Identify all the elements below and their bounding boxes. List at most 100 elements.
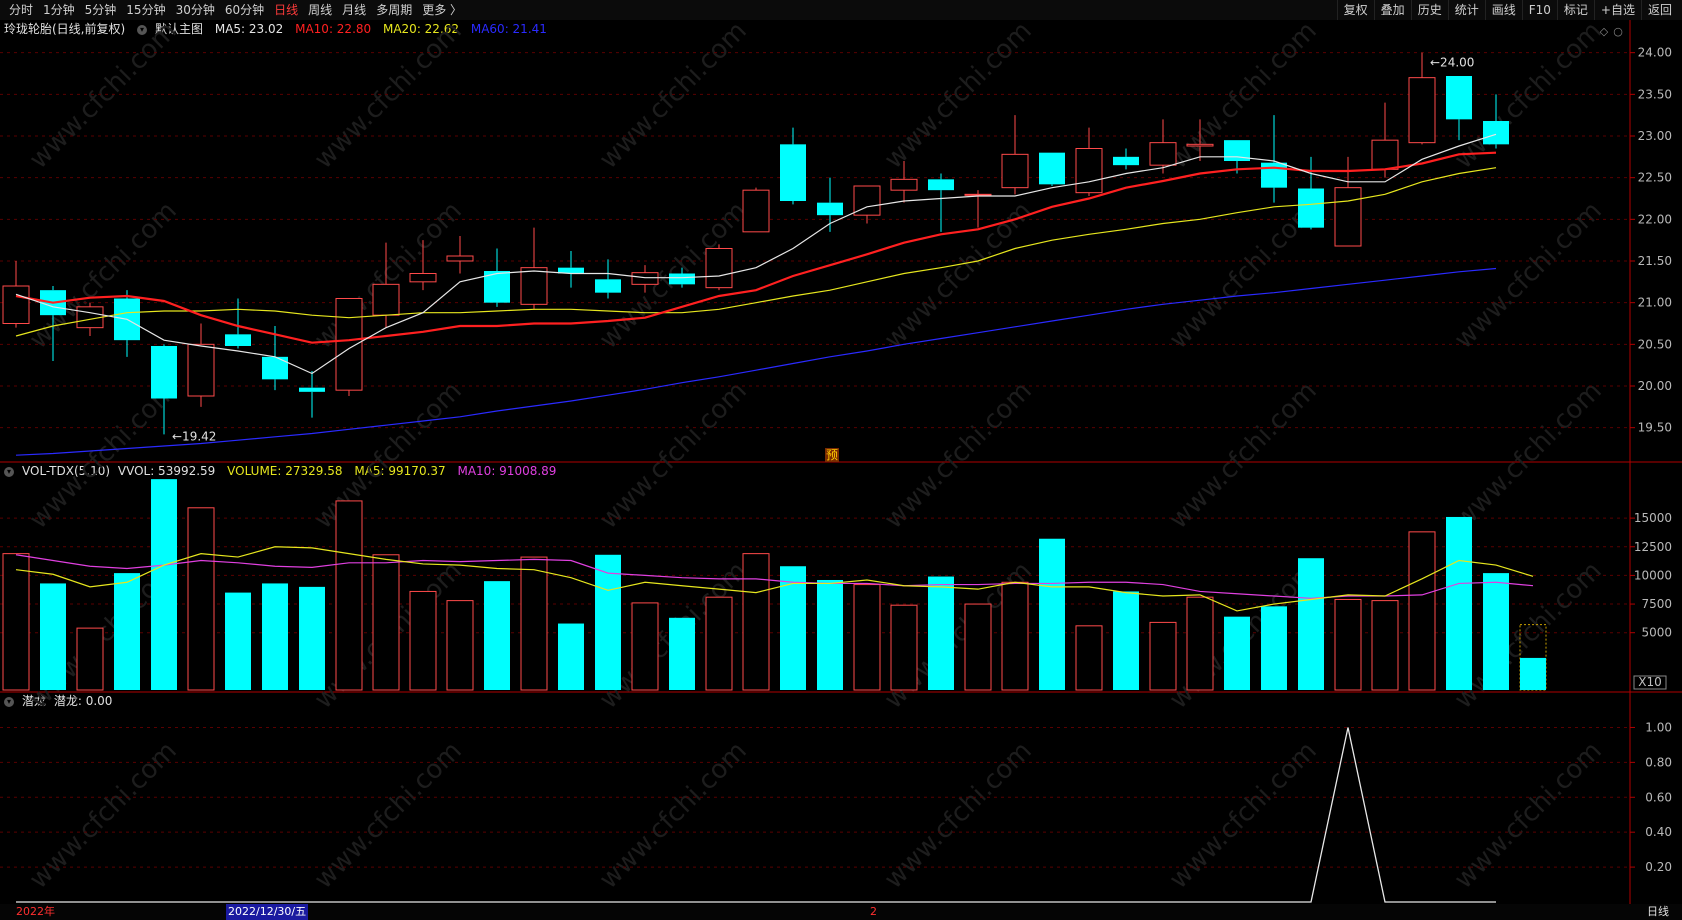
- volume-tick-label: 15000: [1634, 511, 1672, 525]
- candle-up: [1075, 148, 1103, 194]
- volume-bar-up: [853, 584, 881, 691]
- stock-chart[interactable]: www.cfchi.com www.cfchi.com www.cfchi.com w…: [0, 0, 1682, 904]
- candle-down: [299, 387, 325, 392]
- volume-bar-up: [187, 507, 215, 691]
- volume-bar-down: [669, 617, 695, 690]
- watermark-text: www.cfchi.com: [594, 376, 753, 535]
- candle-down: [1039, 152, 1065, 185]
- volume-bar-down: [262, 583, 288, 690]
- ql-tick-label: 1.00: [1645, 720, 1672, 734]
- mid-label: 2: [870, 905, 877, 918]
- volume-bar-down: [1446, 516, 1472, 690]
- candle-down: [1261, 162, 1287, 188]
- watermark-text: www.cfchi.com: [24, 16, 183, 175]
- candle-down: [595, 279, 621, 293]
- price-tick-label: 22.00: [1638, 212, 1672, 226]
- volume-bar-down: [40, 583, 66, 690]
- volume-bar-up: [1001, 581, 1029, 691]
- volume-bar-up: [1408, 531, 1436, 691]
- volume-bar-down: [225, 592, 251, 690]
- price-annotation: ←19.42: [172, 429, 216, 443]
- candle-down: [225, 334, 251, 346]
- x-axis-bar: 2022年 2022/12/30/五 2 日线: [0, 904, 1682, 920]
- volume-bar-up: [1149, 621, 1177, 691]
- price-tick-label: 24.00: [1638, 46, 1672, 60]
- watermark-text: www.cfchi.com: [1164, 736, 1323, 895]
- volume-tick-label: 7500: [1641, 597, 1672, 611]
- volume-tick-label: 10000: [1634, 568, 1672, 582]
- candle-up: [705, 248, 733, 289]
- volume-bar-up: [1186, 596, 1214, 691]
- volume-bar-down: [928, 576, 954, 690]
- volume-bar-up: [1334, 598, 1362, 691]
- candle-down: [1446, 76, 1472, 120]
- candle-down: [1298, 188, 1324, 228]
- candle-down: [151, 346, 177, 399]
- price-tick-label: 23.50: [1638, 87, 1672, 101]
- circle-icon: ○: [1613, 25, 1623, 38]
- volume-bar-up: [742, 553, 770, 691]
- volume-bar-up: [890, 604, 918, 691]
- candle-up: [1186, 143, 1214, 147]
- volume-bar-down: [1520, 657, 1546, 690]
- watermark-text: www.cfchi.com: [1449, 16, 1608, 175]
- volume-bar-up: [335, 500, 363, 691]
- candle-up: [187, 343, 215, 397]
- watermark-text: www.cfchi.com: [594, 736, 753, 895]
- watermark-text: www.cfchi.com: [594, 16, 753, 175]
- price-annotation: ←24.00: [1430, 56, 1474, 70]
- candle-up: [372, 283, 400, 316]
- watermark-text: www.cfchi.com: [1449, 736, 1608, 895]
- volume-bar-up: [409, 590, 437, 691]
- volume-bar-down: [1483, 573, 1509, 690]
- candle-up: [1408, 77, 1436, 144]
- cursor-date: 2022/12/30/五: [226, 904, 309, 920]
- volume-bar-down: [817, 579, 843, 690]
- candle-down: [780, 144, 806, 201]
- forecast-marker-label: 预: [826, 448, 838, 462]
- volume-bar-down: [114, 573, 140, 690]
- candle-down: [1483, 121, 1509, 145]
- candle-up: [520, 267, 548, 305]
- watermark-text: www.cfchi.com: [309, 16, 468, 175]
- watermark-text: www.cfchi.com: [879, 736, 1038, 895]
- price-tick-label: 20.50: [1638, 337, 1672, 351]
- watermark-text: www.cfchi.com: [309, 736, 468, 895]
- volume-bar-up: [1371, 600, 1399, 691]
- price-tick-label: 21.50: [1638, 254, 1672, 268]
- candle-up: [2, 285, 30, 324]
- ql-tick-label: 0.60: [1645, 790, 1672, 804]
- volume-bar-up: [631, 602, 659, 691]
- volume-bar-up: [964, 603, 992, 691]
- volume-bar-down: [151, 479, 177, 690]
- volume-bar-down: [1039, 538, 1065, 690]
- price-tick-label: 22.50: [1638, 171, 1672, 185]
- volume-bar-down: [1224, 616, 1250, 690]
- diamond-icon: ◇: [1600, 25, 1609, 38]
- candle-up: [1149, 142, 1177, 166]
- candle-up: [1371, 139, 1399, 170]
- candle-up: [890, 178, 918, 191]
- candle-up: [1001, 153, 1029, 189]
- watermark-text: www.cfchi.com: [1164, 376, 1323, 535]
- ql-tick-label: 0.40: [1645, 825, 1672, 839]
- qianlong-line: [16, 727, 1496, 903]
- price-tick-label: 21.00: [1638, 296, 1672, 310]
- volume-bar-down: [1261, 606, 1287, 690]
- period-label[interactable]: 日线: [1647, 904, 1669, 920]
- candle-up: [631, 272, 659, 285]
- volume-bar-down: [780, 566, 806, 690]
- candle-up: [1334, 187, 1362, 247]
- watermark-text: www.cfchi.com: [309, 376, 468, 535]
- volume-bar-down: [1113, 591, 1139, 690]
- volume-bar-down: [299, 586, 325, 690]
- watermark-text: www.cfchi.com: [1449, 376, 1608, 535]
- volume-bar-up: [705, 596, 733, 691]
- volume-bar-up: [2, 553, 30, 691]
- watermark-text: www.cfchi.com: [1449, 556, 1608, 715]
- year-label: 2022年: [16, 905, 55, 918]
- volume-unit-label: X10: [1638, 675, 1662, 689]
- watermark-text: www.cfchi.com: [24, 736, 183, 895]
- volume-bar-down: [595, 554, 621, 690]
- price-tick-label: 23.00: [1638, 129, 1672, 143]
